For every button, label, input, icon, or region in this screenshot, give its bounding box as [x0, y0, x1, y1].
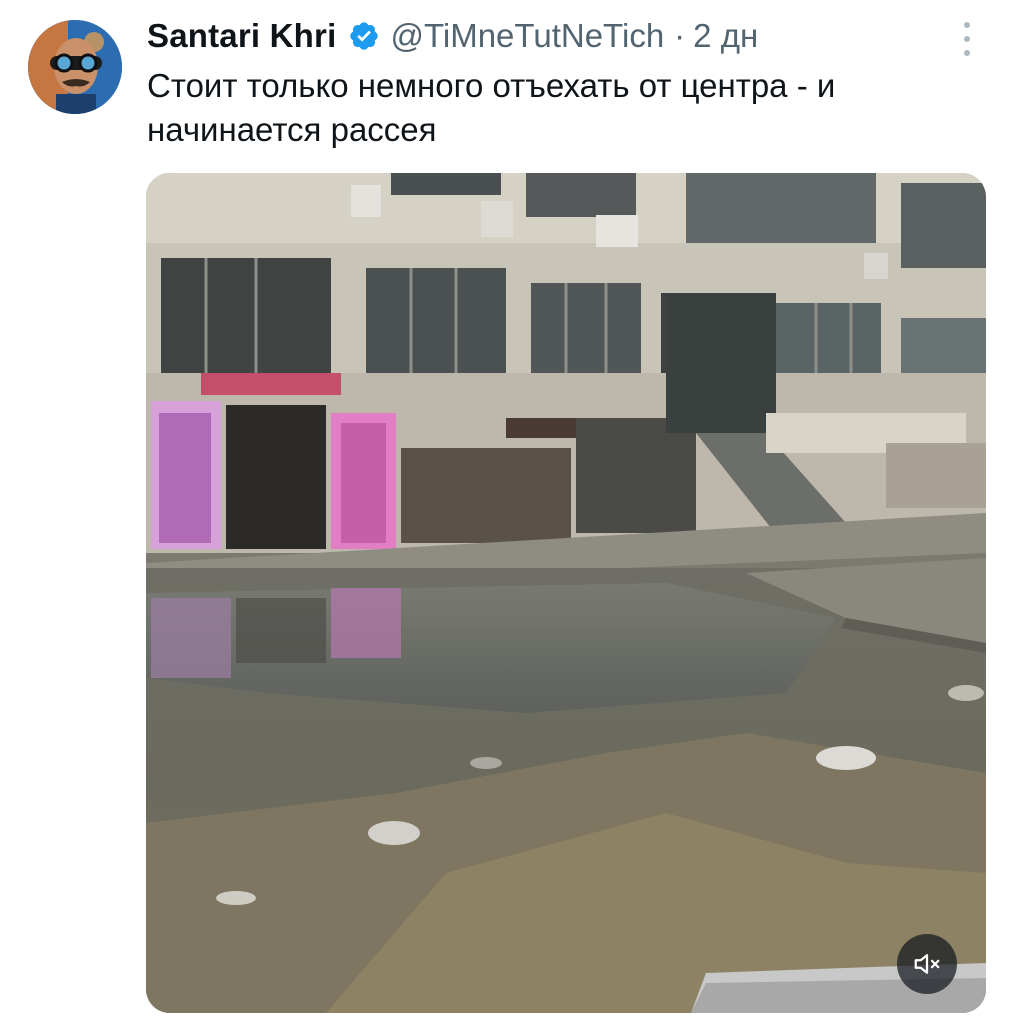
author-name[interactable]: Santari Khri — [147, 17, 336, 55]
more-vertical-icon[interactable] — [956, 22, 978, 56]
tweet-timestamp[interactable]: 2 дн — [693, 17, 758, 55]
separator-dot: · — [674, 17, 686, 54]
tweet-header: Santari Khri @TiMneTutNeTich · 2 дн — [147, 14, 758, 58]
author-handle[interactable]: @TiMneTutNeTich — [390, 17, 664, 55]
avatar[interactable] — [28, 20, 122, 114]
video-player[interactable] — [146, 173, 986, 1013]
volume-muted-icon[interactable] — [897, 934, 957, 994]
avatar-image — [28, 20, 122, 114]
verified-badge-icon — [348, 20, 380, 52]
tweet-text: Стоит только немного отъехать от центра … — [147, 67, 836, 148]
video-frame — [146, 173, 986, 1013]
